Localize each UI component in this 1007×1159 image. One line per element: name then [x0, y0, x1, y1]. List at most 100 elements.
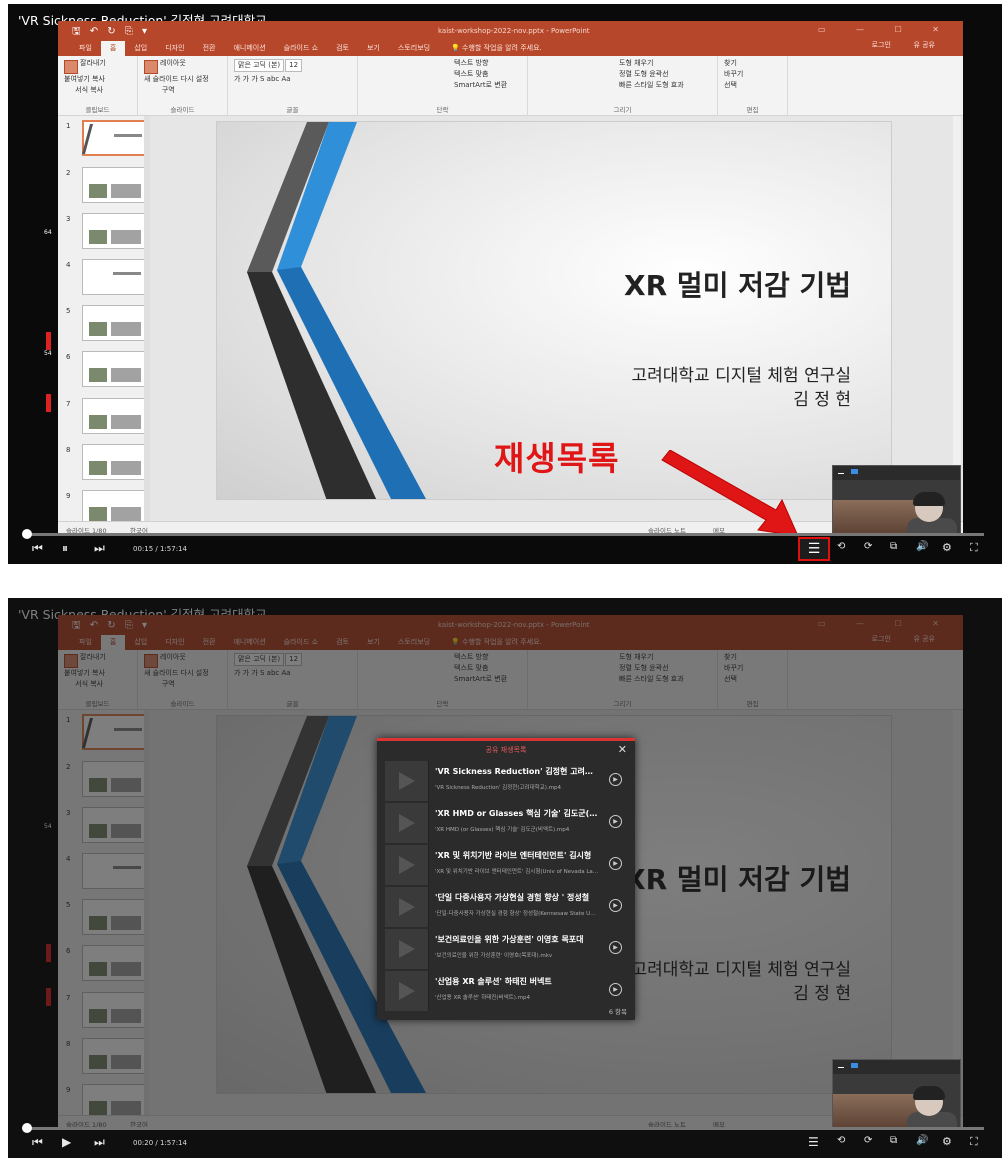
slide-thumbnail[interactable]: [82, 305, 146, 341]
new-slide-button[interactable]: 새 슬라이드: [144, 75, 178, 83]
text-direction-button[interactable]: 텍스트 방향: [454, 59, 488, 67]
replace-button[interactable]: 바꾸기: [724, 70, 743, 78]
slide-thumbnail[interactable]: [81, 120, 146, 156]
reset-button[interactable]: 다시 설정: [181, 75, 209, 83]
picture-in-picture-icon[interactable]: ⧉: [890, 541, 897, 552]
seek-handle[interactable]: [22, 529, 32, 539]
new-slide-icon[interactable]: [144, 60, 158, 74]
seek-bar[interactable]: [26, 533, 984, 536]
playlist-item[interactable]: '단일 다중사용자 가상현실 경험 향상 ' 정성철 '단일-다중사용자 가상현…: [385, 887, 627, 927]
seek-handle[interactable]: [22, 1123, 32, 1133]
seek-bar[interactable]: [26, 1127, 984, 1130]
font-name-select[interactable]: 맑은 고딕 (본): [234, 59, 285, 72]
rewind-10-icon[interactable]: ⟲: [837, 541, 845, 552]
play-icon[interactable]: ▶: [609, 773, 622, 786]
playlist-item-title: '단일 다중사용자 가상현실 경험 향상 ' 정성철: [435, 893, 590, 902]
volume-icon[interactable]: 🔊: [916, 1135, 928, 1146]
tab-design[interactable]: 디자인: [156, 41, 193, 56]
volume-icon[interactable]: 🔊: [916, 541, 928, 552]
slide-thumbnail[interactable]: [82, 259, 146, 295]
playlist-button[interactable]: ☰: [798, 537, 830, 561]
change-case-button[interactable]: Aa: [281, 75, 290, 83]
play-icon[interactable]: ▶: [609, 983, 622, 996]
format-painter-button[interactable]: 서식 복사: [75, 86, 103, 94]
arrange-button[interactable]: 정렬: [619, 70, 632, 78]
skip-back-icon[interactable]: ⏮: [32, 541, 43, 556]
section-button[interactable]: 구역: [162, 86, 175, 94]
tab-review[interactable]: 검토: [327, 41, 358, 56]
playlist-item-title: '산업용 XR 솔루션' 하태진 버넥트: [435, 977, 552, 986]
ribbon-group-paragraph: 텍스트 방향텍스트 맞춤 SmartArt로 변환 단락: [358, 56, 528, 116]
forward-10-icon[interactable]: ⟳: [864, 1135, 872, 1146]
playlist-item-file: '보건의료인을 위한 가상훈련' 이영호(목포대).mkv: [435, 953, 553, 959]
shape-effects-button[interactable]: 도형 효과: [656, 81, 684, 89]
skip-forward-icon[interactable]: ⏭: [94, 1135, 105, 1150]
smartart-button[interactable]: SmartArt로 변환: [454, 81, 507, 89]
play-icon[interactable]: ▶: [609, 815, 622, 828]
slide-thumbnail[interactable]: [82, 398, 146, 434]
playlist-item-file: 'XR HMD (or Glasses) 핵심 기술' 김도군(비엑트).mp4: [435, 827, 570, 833]
quick-styles-button[interactable]: 빠른 스타일: [619, 81, 653, 89]
play-icon[interactable]: ▶: [609, 941, 622, 954]
paste-button[interactable]: 붙여넣기: [64, 75, 90, 83]
slide-scrollbar[interactable]: [953, 116, 961, 521]
gear-icon[interactable]: ⚙: [942, 1135, 952, 1148]
playlist-item[interactable]: 'VR Sickness Reduction' 김정현 고려대학교 'VR Si…: [385, 761, 627, 801]
login-link[interactable]: 로그인 유 공유: [854, 38, 953, 53]
select-button[interactable]: 선택: [724, 81, 737, 89]
slide-thumbnail[interactable]: [82, 167, 146, 203]
picture-in-picture-video[interactable]: [832, 465, 961, 535]
tab-slideshow[interactable]: 슬라이드 쇼: [275, 41, 327, 56]
thumbnail-scrollbar[interactable]: [144, 116, 150, 521]
play-icon[interactable]: ▶: [609, 899, 622, 912]
time-display: 00:15 / 1:57:14: [133, 545, 187, 553]
font-size-select[interactable]: 12: [285, 59, 303, 72]
fullscreen-icon[interactable]: ⛶: [970, 1135, 978, 1149]
gear-icon[interactable]: ⚙: [942, 541, 952, 554]
list-icon[interactable]: ☰: [808, 1135, 819, 1149]
tell-me-box[interactable]: 💡 수행할 작업을 알려 주세요.: [439, 41, 551, 56]
play-icon[interactable]: ▶: [609, 857, 622, 870]
align-text-button[interactable]: 텍스트 맞춤: [454, 70, 488, 78]
slide-thumbnail[interactable]: [82, 351, 146, 387]
rewind-10-icon[interactable]: ⟲: [837, 1135, 845, 1146]
forward-10-icon[interactable]: ⟳: [864, 541, 872, 552]
skip-forward-icon[interactable]: ⏭: [94, 541, 105, 556]
shape-fill-button[interactable]: 도형 채우기: [619, 59, 653, 67]
video-thumbnail: [385, 803, 429, 843]
window-buttons[interactable]: ▭ — ☐ ✕: [818, 25, 953, 34]
tab-file[interactable]: 파일: [70, 41, 101, 56]
skip-back-icon[interactable]: ⏮: [32, 1135, 43, 1150]
fullscreen-icon[interactable]: ⛶: [970, 541, 978, 555]
tab-home[interactable]: 홈: [100, 41, 126, 56]
playlist-item[interactable]: 'XR HMD or Glasses 핵심 기술' 김도군(비엑트) 'XR H…: [385, 803, 627, 843]
playlist-item[interactable]: '산업용 XR 솔루션' 하태진 버넥트 '산업용 XR 솔루션' 하태진(버넥…: [385, 971, 627, 1011]
copy-button[interactable]: 복사: [92, 75, 105, 83]
side-red-mark: [46, 332, 51, 350]
playlist-count: 6 항목: [608, 1008, 627, 1016]
font-style-buttons[interactable]: 가 가 가 S abc: [234, 75, 279, 83]
paste-icon[interactable]: [64, 60, 78, 74]
playlist-item[interactable]: '보건의료인을 위한 가상훈련' 이영호 목포대 '보건의료인을 위한 가상훈련…: [385, 929, 627, 969]
find-button[interactable]: 찾기: [724, 59, 737, 67]
picture-in-picture-icon[interactable]: ⧉: [890, 1135, 897, 1146]
playlist-item[interactable]: 'XR 및 위치기반 라이브 엔터테인먼트' 김시형 'XR 및 위치기반 라이…: [385, 845, 627, 885]
tab-storyboarding[interactable]: 스토리보딩: [389, 41, 439, 56]
slide-number: 2: [66, 169, 71, 177]
close-icon[interactable]: ✕: [618, 743, 627, 756]
quick-access-toolbar[interactable]: 🖫 ↶ ↻ ⎘ ▾: [72, 24, 150, 41]
tab-animations[interactable]: 애니메이션: [224, 41, 274, 56]
layout-button[interactable]: 레이아웃: [160, 59, 186, 67]
pause-icon[interactable]: ⏸: [62, 541, 68, 556]
tab-insert[interactable]: 삽입: [125, 41, 156, 56]
slide-thumbnail[interactable]: [82, 444, 146, 480]
slide-thumbnail[interactable]: [82, 213, 146, 249]
slide-subtitle: 고려대학교 디지털 체험 연구실 김 정 현: [631, 364, 851, 412]
play-icon[interactable]: ▶: [62, 1135, 71, 1149]
tab-transitions[interactable]: 전환: [194, 41, 225, 56]
cut-button[interactable]: 잘라내기: [80, 59, 106, 67]
slide-number: 4: [66, 261, 71, 269]
shape-outline-button[interactable]: 도형 윤곽선: [634, 70, 668, 78]
tab-view[interactable]: 보기: [358, 41, 389, 56]
picture-in-picture-video[interactable]: [832, 1059, 961, 1129]
